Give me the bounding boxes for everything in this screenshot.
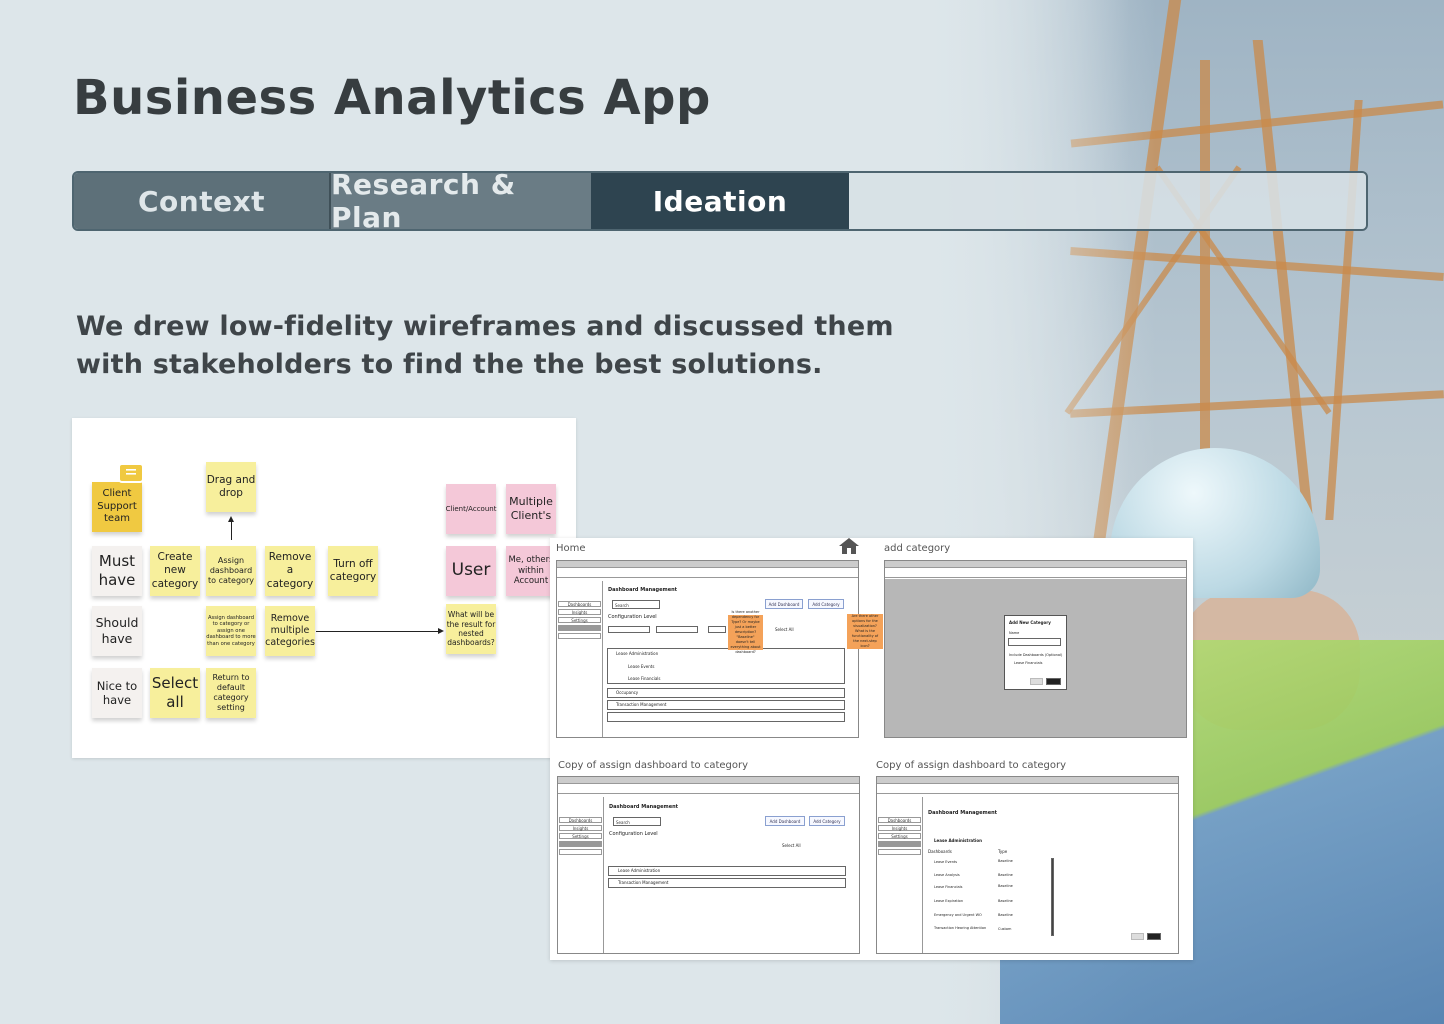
- wireframe-assign-1: Dashboards Insights Settings: [557, 776, 860, 954]
- wf1-add-dashboard: Add Dashboard: [765, 599, 803, 609]
- wf4-header-type: Type: [998, 849, 1008, 854]
- wf2-modal-cancel: [1030, 678, 1043, 685]
- wf4-row-name: Lease Analysis: [934, 873, 960, 877]
- sticky-client-support: Client Support team: [92, 482, 142, 532]
- sticky-user: User: [446, 546, 496, 596]
- sticky-assign-more: Assign dashboard to category or assign o…: [206, 606, 256, 656]
- wireframe-label-home: Home: [556, 543, 586, 554]
- wf4-row-type: Baseline: [998, 884, 1013, 888]
- section-tabs: Context Research & Plan Ideation: [72, 171, 1368, 231]
- wireframe-assign-2: Dashboards Insights Settings: [876, 776, 1179, 954]
- wf3-select-all: Select All: [782, 843, 801, 848]
- comment-icon: [118, 463, 144, 483]
- sticky-should-have: Should have: [92, 606, 142, 656]
- wf1-comment-note-1: Is there another dependency for Type? Or…: [728, 610, 763, 654]
- wf4-row-name: Emergency and Urgent WO: [934, 913, 982, 917]
- description-line-2: with stakeholders to find the the best s…: [76, 349, 823, 380]
- sticky-must-have: Must have: [92, 546, 142, 596]
- wf1-select-3: [708, 626, 726, 633]
- tab-empty: [849, 173, 1366, 229]
- wf1-row-1: Lease Administration: [616, 651, 659, 656]
- wf1-row-occupancy: [607, 688, 845, 698]
- sticky-client-account: Client/Account: [446, 484, 496, 534]
- wireframe-label-copy-1: Copy of assign dashboard to category: [558, 760, 749, 771]
- wf2-modal-create: [1046, 678, 1061, 685]
- wireframe-label-add-category: add category: [884, 543, 951, 554]
- wf1-title: Dashboard Management: [608, 587, 678, 593]
- wf1-add-category: Add Category: [808, 599, 844, 609]
- wf4-lease-admin: Lease Administration: [934, 838, 983, 843]
- wf4-row-name: Lease Events: [934, 860, 958, 864]
- wf4-row-type: Baseline: [998, 873, 1013, 877]
- wf1-row-3: Transaction Management: [616, 702, 667, 707]
- sticky-drag-drop: Drag and drop: [206, 462, 256, 512]
- sticky-remove-category: Remove a category: [265, 546, 315, 596]
- wf4-row-type: Baseline: [998, 859, 1013, 863]
- wf3-title: Dashboard Management: [609, 804, 679, 810]
- wf3-add-dashboard: Add Dashboard: [765, 816, 805, 826]
- sticky-multiple-clients: Multiple Client's: [506, 484, 556, 534]
- wf1-select-2: [656, 626, 698, 633]
- arrow-up: [228, 516, 234, 540]
- wf1-row-extra: [607, 712, 845, 722]
- sticky-remove-multiple: Remove multiple categories: [265, 606, 315, 656]
- wireframe-label-copy-2: Copy of assign dashboard to category: [876, 760, 1067, 771]
- wf2-modal-option: Lease Financials: [1014, 661, 1043, 665]
- wf4-header-dashboards: Dashboards: [928, 849, 952, 854]
- wf1-subrow-1: Lease Events: [628, 664, 655, 669]
- wf1-subrow-2: Lease Financials: [628, 676, 661, 681]
- wf3-row-2: Transaction Management: [618, 880, 669, 885]
- wf2-modal-input: [1008, 638, 1061, 646]
- wf3-add-category: Add Category: [809, 816, 845, 826]
- wf4-row-type: Custom: [998, 927, 1012, 931]
- wf4-scrollbar: [1051, 858, 1054, 936]
- wf3-config: Configuration Level: [609, 831, 658, 837]
- sticky-select-all: Select all: [150, 668, 200, 718]
- home-icon: [838, 537, 860, 555]
- wf4-row-name: Transaction Hearing Attention: [934, 926, 987, 930]
- wf4-row-name: Lease Expiration: [934, 899, 964, 903]
- sticky-assign-dashboard: Assign dashboard to category: [206, 546, 256, 596]
- wf3-row-1: Lease Administration: [618, 868, 661, 873]
- wf1-row-2: Occupancy: [616, 690, 639, 695]
- description: We drew low-fidelity wireframes and disc…: [76, 308, 894, 384]
- wf4-row-type: Baseline: [998, 913, 1013, 917]
- wf2-modal-name: Name: [1009, 631, 1020, 635]
- sticky-create-category: Create new category: [150, 546, 200, 596]
- wf2-modal-title: Add New Category: [1009, 620, 1051, 625]
- sticky-turn-off: Turn off category: [328, 546, 378, 596]
- wf4-row-name: Lease Financials: [934, 885, 963, 889]
- wf4-row-type: Baseline: [998, 899, 1013, 903]
- wf1-select: [608, 626, 650, 633]
- wf1-config: Configuration Level: [608, 614, 657, 620]
- wf4-cancel: [1131, 933, 1144, 940]
- wf1-select-all: Select All: [775, 627, 794, 632]
- wf4-title: Dashboard Management: [928, 810, 998, 816]
- wf4-save: [1147, 933, 1161, 940]
- page-title: Business Analytics App: [73, 70, 711, 126]
- description-line-1: We drew low-fidelity wireframes and disc…: [76, 311, 894, 342]
- sticky-note-board: [72, 418, 576, 758]
- wf1-search: Search: [612, 600, 660, 609]
- sticky-return-default: Return to default category setting: [206, 668, 256, 718]
- wf3-search: Search: [613, 817, 661, 826]
- wf1-comment-note-2: Are there other options for the visualiz…: [847, 614, 883, 649]
- sticky-me-others: Me, others within Account: [506, 546, 556, 596]
- arrow-right: [316, 628, 444, 634]
- wf2-modal-include: Include Dashboards (Optional): [1009, 653, 1063, 657]
- tab-context[interactable]: Context: [74, 173, 331, 229]
- tab-research-plan[interactable]: Research & Plan: [331, 173, 591, 229]
- sticky-nice-to-have: Nice to have: [92, 668, 142, 718]
- tab-ideation[interactable]: Ideation: [591, 173, 849, 229]
- sticky-nested-result: What will be the result for nested dashb…: [446, 604, 496, 654]
